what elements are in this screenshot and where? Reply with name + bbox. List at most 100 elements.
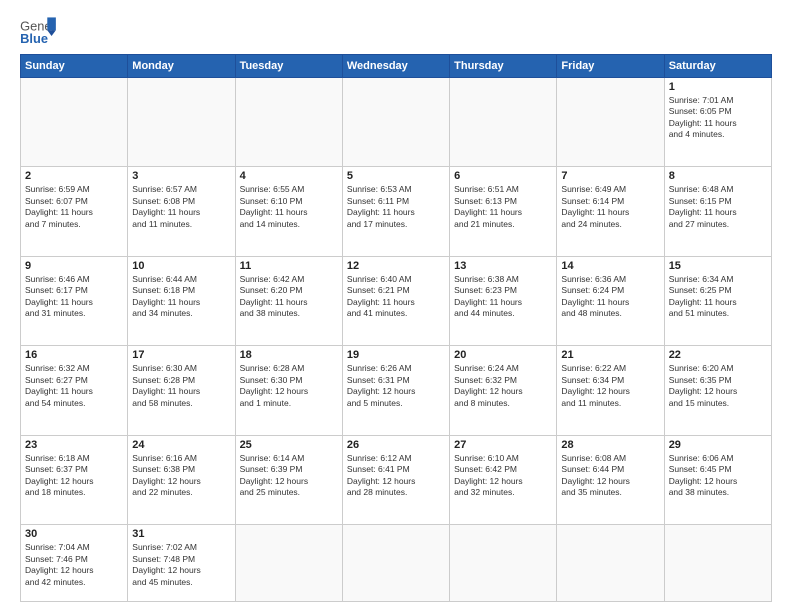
calendar-day-cell: 16 Sunrise: 6:32 AM Sunset: 6:27 PM Dayli… (21, 346, 128, 435)
weekday-header-thursday: Thursday (450, 55, 557, 78)
page: General Blue SundayMondayTuesdayWednesda… (0, 0, 792, 612)
day-number: 7 (561, 170, 659, 182)
day-number: 4 (240, 170, 338, 182)
day-info: Sunrise: 6:57 AM Sunset: 6:08 PM Dayligh… (132, 184, 230, 230)
calendar-day-cell: 12Sunrise: 6:40 AM Sunset: 6:21 PM Dayli… (342, 256, 449, 345)
day-number: 10 (132, 260, 230, 272)
day-info: Sunrise: 6:51 AM Sunset: 6:13 PM Dayligh… (454, 184, 552, 230)
calendar-day-cell (664, 525, 771, 602)
day-number: 24 (132, 439, 230, 451)
weekday-header-tuesday: Tuesday (235, 55, 342, 78)
day-number: 12 (347, 260, 445, 272)
calendar-day-cell: 4 Sunrise: 6:55 AM Sunset: 6:10 PM Daylig… (235, 167, 342, 256)
day-number: 14 (561, 260, 659, 272)
day-number: 25 (240, 439, 338, 451)
day-info: Sunrise: 6:08 AM Sunset: 6:44 PM Dayligh… (561, 453, 659, 499)
weekday-header-sunday: Sunday (21, 55, 128, 78)
day-info: Sunrise: 6:12 AM Sunset: 6:41 PM Dayligh… (347, 453, 445, 499)
day-info: Sunrise: 6:34 AM Sunset: 6:25 PM Dayligh… (669, 274, 767, 320)
calendar-day-cell: 29Sunrise: 6:06 AM Sunset: 6:45 PM Dayli… (664, 435, 771, 524)
calendar-day-cell (235, 525, 342, 602)
day-number: 26 (347, 439, 445, 451)
calendar-day-cell: 21Sunrise: 6:22 AM Sunset: 6:34 PM Dayli… (557, 346, 664, 435)
day-info: Sunrise: 6:53 AM Sunset: 6:11 PM Dayligh… (347, 184, 445, 230)
day-number: 28 (561, 439, 659, 451)
day-number: 11 (240, 260, 338, 272)
calendar-day-cell: 1 Sunrise: 7:01 AM Sunset: 6:05 PM Daylig… (664, 78, 771, 167)
day-number: 31 (132, 528, 230, 540)
day-info: Sunrise: 6:59 AM Sunset: 6:07 PM Dayligh… (25, 184, 123, 230)
calendar-day-cell: 9Sunrise: 6:46 AM Sunset: 6:17 PM Daylig… (21, 256, 128, 345)
day-info: Sunrise: 7:01 AM Sunset: 6:05 PM Dayligh… (669, 95, 767, 141)
day-info: Sunrise: 6:22 AM Sunset: 6:34 PM Dayligh… (561, 363, 659, 409)
day-number: 6 (454, 170, 552, 182)
calendar-day-cell: 3Sunrise: 6:57 AM Sunset: 6:08 PM Daylig… (128, 167, 235, 256)
day-number: 5 (347, 170, 445, 182)
calendar-day-cell: 18 Sunrise: 6:28 AM Sunset: 6:30 PM Dayli… (235, 346, 342, 435)
logo: General Blue (20, 16, 56, 46)
calendar-table: SundayMondayTuesdayWednesdayThursdayFrid… (20, 54, 772, 602)
calendar-day-cell: 27 Sunrise: 6:10 AM Sunset: 6:42 PM Dayli… (450, 435, 557, 524)
day-info: Sunrise: 6:55 AM Sunset: 6:10 PM Dayligh… (240, 184, 338, 230)
calendar-week-row: 9Sunrise: 6:46 AM Sunset: 6:17 PM Daylig… (21, 256, 772, 345)
calendar-day-cell: 6 Sunrise: 6:51 AM Sunset: 6:13 PM Daylig… (450, 167, 557, 256)
day-info: Sunrise: 6:14 AM Sunset: 6:39 PM Dayligh… (240, 453, 338, 499)
day-number: 17 (132, 349, 230, 361)
calendar-day-cell (450, 525, 557, 602)
day-number: 27 (454, 439, 552, 451)
day-info: Sunrise: 6:48 AM Sunset: 6:15 PM Dayligh… (669, 184, 767, 230)
calendar-week-row: 30Sunrise: 7:04 AM Sunset: 7:46 PM Dayli… (21, 525, 772, 602)
calendar-week-row: 1 Sunrise: 7:01 AM Sunset: 6:05 PM Daylig… (21, 78, 772, 167)
calendar-day-cell (21, 78, 128, 167)
day-number: 1 (669, 81, 767, 93)
day-info: Sunrise: 6:28 AM Sunset: 6:30 PM Dayligh… (240, 363, 338, 409)
calendar-day-cell: 2 Sunrise: 6:59 AM Sunset: 6:07 PM Daylig… (21, 167, 128, 256)
day-info: Sunrise: 6:46 AM Sunset: 6:17 PM Dayligh… (25, 274, 123, 320)
calendar-day-cell (450, 78, 557, 167)
calendar-week-row: 16 Sunrise: 6:32 AM Sunset: 6:27 PM Dayli… (21, 346, 772, 435)
header: General Blue (20, 16, 772, 46)
calendar-day-cell: 10 Sunrise: 6:44 AM Sunset: 6:18 PM Dayli… (128, 256, 235, 345)
calendar-day-cell: 31 Sunrise: 7:02 AM Sunset: 7:48 PM Dayli… (128, 525, 235, 602)
day-info: Sunrise: 6:10 AM Sunset: 6:42 PM Dayligh… (454, 453, 552, 499)
day-number: 18 (240, 349, 338, 361)
day-info: Sunrise: 6:26 AM Sunset: 6:31 PM Dayligh… (347, 363, 445, 409)
calendar-day-cell (557, 525, 664, 602)
day-number: 22 (669, 349, 767, 361)
calendar-day-cell (235, 78, 342, 167)
calendar-day-cell (342, 525, 449, 602)
calendar-day-cell (557, 78, 664, 167)
day-info: Sunrise: 6:20 AM Sunset: 6:35 PM Dayligh… (669, 363, 767, 409)
weekday-header-wednesday: Wednesday (342, 55, 449, 78)
day-number: 2 (25, 170, 123, 182)
day-number: 20 (454, 349, 552, 361)
day-info: Sunrise: 7:02 AM Sunset: 7:48 PM Dayligh… (132, 542, 230, 588)
calendar-day-cell: 30Sunrise: 7:04 AM Sunset: 7:46 PM Dayli… (21, 525, 128, 602)
calendar-day-cell: 25 Sunrise: 6:14 AM Sunset: 6:39 PM Dayli… (235, 435, 342, 524)
day-number: 19 (347, 349, 445, 361)
calendar-day-cell: 15 Sunrise: 6:34 AM Sunset: 6:25 PM Dayli… (664, 256, 771, 345)
calendar-day-cell: 14 Sunrise: 6:36 AM Sunset: 6:24 PM Dayli… (557, 256, 664, 345)
calendar-day-cell: 26 Sunrise: 6:12 AM Sunset: 6:41 PM Dayli… (342, 435, 449, 524)
weekday-header-saturday: Saturday (664, 55, 771, 78)
day-number: 29 (669, 439, 767, 451)
day-info: Sunrise: 6:32 AM Sunset: 6:27 PM Dayligh… (25, 363, 123, 409)
calendar-day-cell: 17Sunrise: 6:30 AM Sunset: 6:28 PM Dayli… (128, 346, 235, 435)
weekday-header-monday: Monday (128, 55, 235, 78)
day-info: Sunrise: 6:44 AM Sunset: 6:18 PM Dayligh… (132, 274, 230, 320)
day-info: Sunrise: 6:42 AM Sunset: 6:20 PM Dayligh… (240, 274, 338, 320)
generalblue-logo-icon: General Blue (20, 16, 56, 46)
calendar-week-row: 2 Sunrise: 6:59 AM Sunset: 6:07 PM Daylig… (21, 167, 772, 256)
calendar-day-cell: 28 Sunrise: 6:08 AM Sunset: 6:44 PM Dayli… (557, 435, 664, 524)
calendar-day-cell: 8 Sunrise: 6:48 AM Sunset: 6:15 PM Daylig… (664, 167, 771, 256)
day-info: Sunrise: 6:36 AM Sunset: 6:24 PM Dayligh… (561, 274, 659, 320)
day-number: 15 (669, 260, 767, 272)
day-number: 8 (669, 170, 767, 182)
day-number: 30 (25, 528, 123, 540)
calendar-day-cell: 23 Sunrise: 6:18 AM Sunset: 6:37 PM Dayli… (21, 435, 128, 524)
calendar-day-cell: 19 Sunrise: 6:26 AM Sunset: 6:31 PM Dayli… (342, 346, 449, 435)
day-number: 13 (454, 260, 552, 272)
day-number: 16 (25, 349, 123, 361)
day-info: Sunrise: 6:18 AM Sunset: 6:37 PM Dayligh… (25, 453, 123, 499)
day-number: 23 (25, 439, 123, 451)
